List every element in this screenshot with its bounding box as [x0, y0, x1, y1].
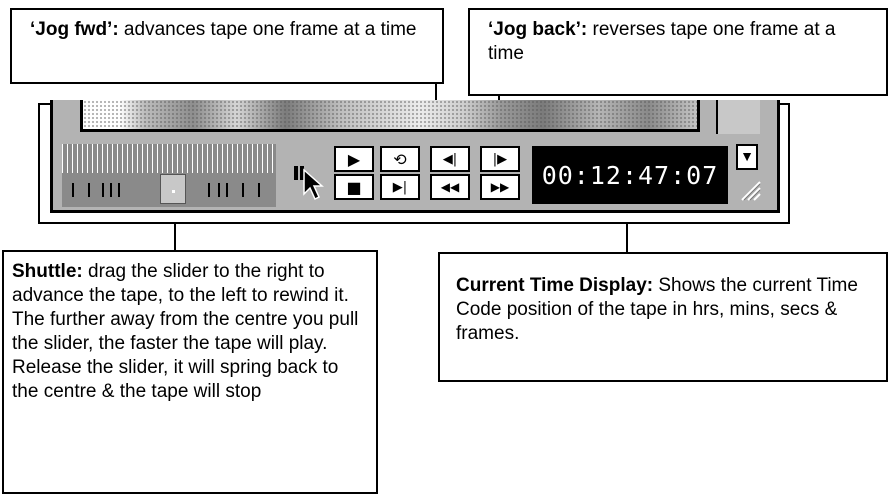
menu-button[interactable]: ▼	[736, 144, 758, 170]
shuttle-scale	[62, 144, 276, 174]
shuttle-title: Shuttle:	[12, 261, 83, 282]
jog-back-title: ‘Jog back’:	[488, 19, 588, 40]
video-preview	[80, 100, 700, 132]
jog-fwd-title: ‘Jog fwd’:	[30, 19, 119, 40]
play-icon: ▶	[347, 149, 361, 169]
rewind-icon: ◀◀	[440, 180, 460, 194]
play-button[interactable]: ▶	[334, 146, 374, 172]
shuttle-text: drag the slider to the right to advance …	[12, 261, 359, 402]
shuttle-slider[interactable]	[160, 174, 186, 204]
rewind-button[interactable]: ◀◀	[430, 174, 470, 200]
jog-back-callout: ‘Jog back’: reverses tape one frame at a…	[468, 8, 888, 96]
fast-forward-icon: ▶▶	[490, 180, 510, 194]
step-play-icon: ▶|	[392, 179, 408, 195]
step-play-button[interactable]: ▶|	[380, 174, 420, 200]
resize-grip-icon[interactable]	[736, 176, 762, 202]
stop-icon: ■	[346, 177, 362, 197]
jog-fwd-callout: ‘Jog fwd’: advances tape one frame at a …	[10, 8, 444, 84]
stop-button[interactable]: ■	[334, 174, 374, 200]
jog-back-button[interactable]: ◀|	[430, 146, 470, 172]
pause-cursor-icon	[294, 166, 324, 201]
pause-control[interactable]	[282, 144, 334, 207]
jog-fwd-button[interactable]: |▶	[480, 146, 520, 172]
loop-icon: ⟲	[393, 149, 407, 169]
current-time-display: 00:12:47:07	[532, 146, 728, 204]
shuttle-callout: Shuttle: drag the slider to the right to…	[2, 250, 378, 494]
jog-fwd-icon: |▶	[492, 151, 508, 167]
jog-back-icon: ◀|	[442, 151, 458, 167]
jog-fwd-text: advances tape one frame at a time	[118, 19, 417, 40]
current-time-title: Current Time Display:	[456, 275, 654, 296]
menu-icon: ▼	[740, 148, 754, 164]
fast-forward-button[interactable]: ▶▶	[480, 174, 520, 200]
loop-button[interactable]: ⟲	[380, 146, 420, 172]
scrollbar-area[interactable]	[716, 100, 760, 134]
timecode-value: 00:12:47:07	[541, 160, 719, 190]
current-time-callout: Current Time Display: Shows the current …	[438, 252, 888, 382]
